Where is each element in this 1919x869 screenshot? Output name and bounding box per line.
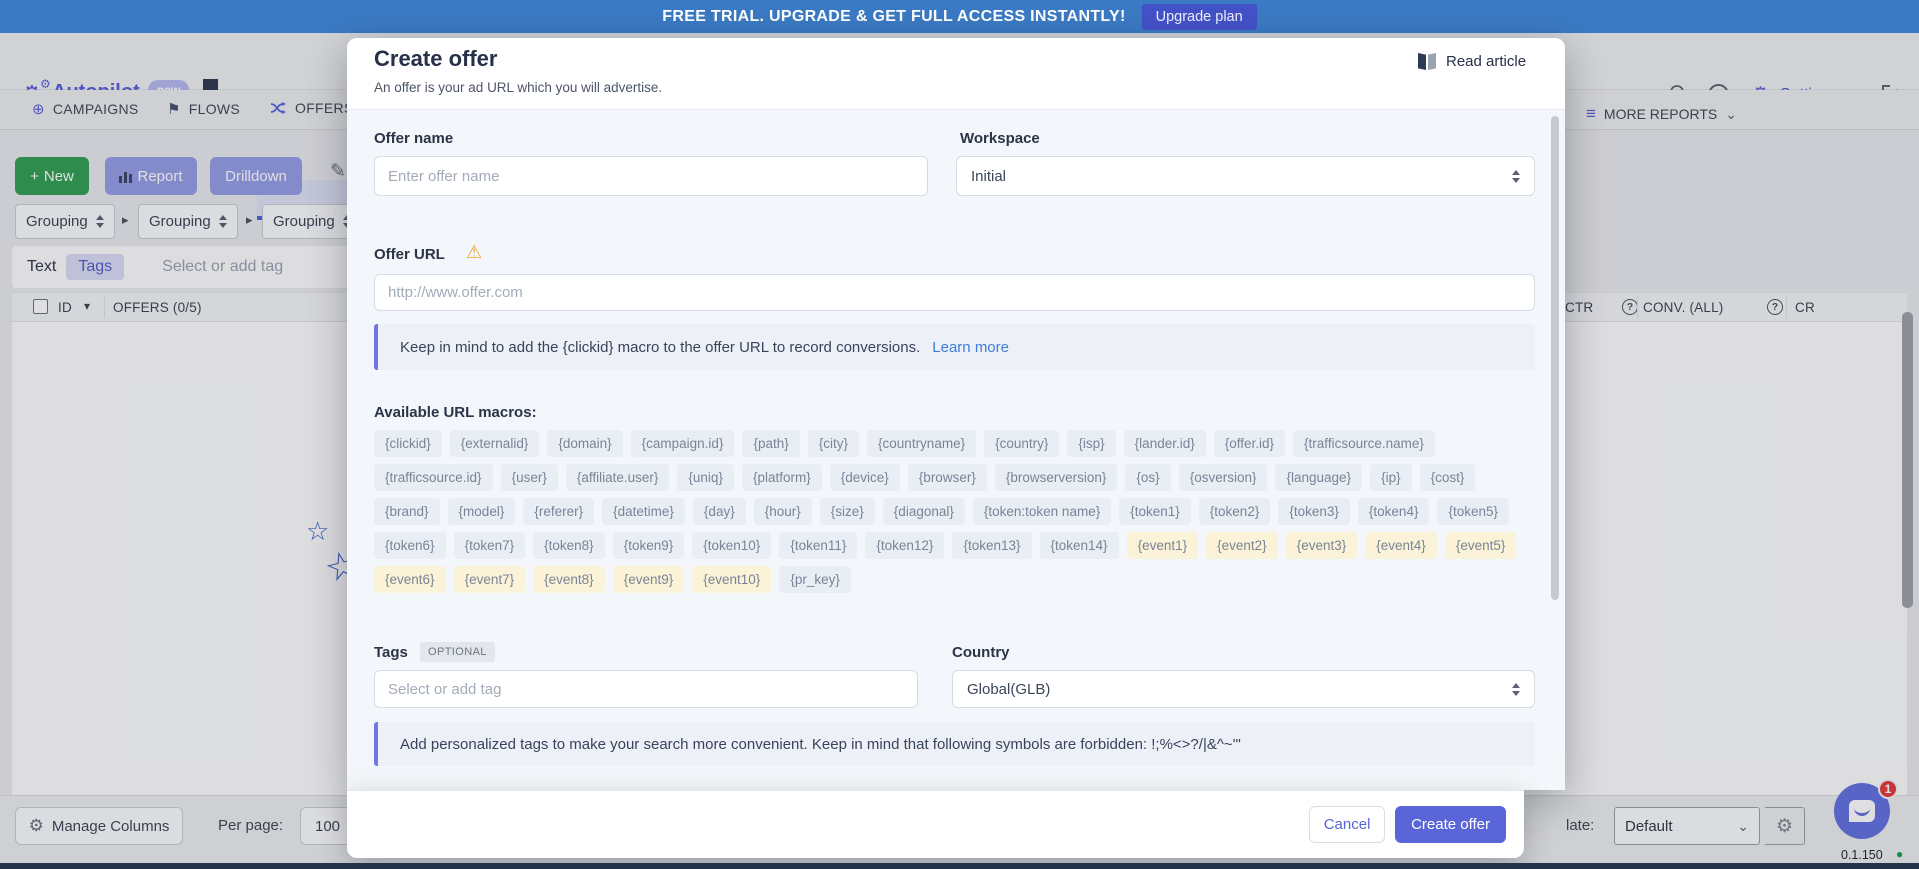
url-macro-chip[interactable]: {token10} <box>692 532 771 559</box>
url-macro-chip[interactable]: {platform} <box>742 464 822 491</box>
url-macro-chip[interactable]: {token14} <box>1040 532 1119 559</box>
dialog-subtitle: An offer is your ad URL which you will a… <box>374 80 662 95</box>
dialog-scrollbar[interactable] <box>1551 116 1559 600</box>
url-macro-chip[interactable]: {token9} <box>613 532 685 559</box>
url-macro-chip[interactable]: {city} <box>808 430 859 457</box>
url-macro-chip[interactable]: {event2} <box>1206 532 1278 559</box>
offer-url-input[interactable] <box>374 274 1535 311</box>
url-macro-chip[interactable]: {user} <box>501 464 558 491</box>
updown-chevrons-icon <box>1512 683 1520 696</box>
workspace-select[interactable]: Initial <box>956 156 1535 196</box>
url-macro-chip[interactable]: {token11} <box>779 532 857 559</box>
offer-url-label: Offer URL <box>374 246 445 263</box>
warning-icon: ⚠ <box>466 242 482 263</box>
url-macro-chip[interactable]: {token12} <box>865 532 944 559</box>
read-article-label: Read article <box>1446 53 1526 70</box>
updown-chevrons-icon <box>1512 170 1520 183</box>
url-macro-chip[interactable]: {language} <box>1275 464 1362 491</box>
dialog-header: Create offer An offer is your ad URL whi… <box>347 38 1565 110</box>
url-macro-chip[interactable]: {domain} <box>547 430 622 457</box>
dialog-footer: Cancel Create offer <box>347 790 1524 858</box>
url-macro-chip[interactable]: {size} <box>820 498 875 525</box>
url-macro-chip[interactable]: {cost} <box>1420 464 1476 491</box>
url-macro-chip[interactable]: {brand} <box>374 498 440 525</box>
offer-name-label: Offer name <box>374 130 453 147</box>
clickid-note: Keep in mind to add the {clickid} macro … <box>374 324 1535 370</box>
country-select[interactable]: Global(GLB) <box>952 670 1535 708</box>
upgrade-plan-button[interactable]: Upgrade plan <box>1142 4 1257 30</box>
country-value: Global(GLB) <box>967 681 1050 698</box>
url-macro-chip[interactable]: {day} <box>693 498 746 525</box>
url-macro-chip[interactable]: {event8} <box>533 566 605 593</box>
workspace-label: Workspace <box>960 130 1040 147</box>
url-macro-chip[interactable]: {lander.id} <box>1124 430 1206 457</box>
url-macro-chip[interactable]: {token:token name} <box>973 498 1111 525</box>
url-macros-list: {clickid} {externalid} {domain} {campaign.i… <box>374 430 1540 593</box>
url-macro-chip[interactable]: {token6} <box>374 532 446 559</box>
tags-note: Add personalized tags to make your searc… <box>374 722 1535 766</box>
url-macro-chip[interactable]: {clickid} <box>374 430 442 457</box>
url-macro-chip[interactable]: {trafficsource.name} <box>1293 430 1435 457</box>
macros-label: Available URL macros: <box>374 404 537 421</box>
url-macro-chip[interactable]: {event5} <box>1445 532 1517 559</box>
url-macro-chip[interactable]: {token1} <box>1119 498 1191 525</box>
learn-more-link[interactable]: Learn more <box>932 339 1009 356</box>
url-macro-chip[interactable]: {path} <box>742 430 799 457</box>
promo-banner-text: FREE TRIAL. UPGRADE & GET FULL ACCESS IN… <box>662 8 1125 26</box>
url-macro-chip[interactable]: {uniq} <box>677 464 734 491</box>
url-macro-chip[interactable]: {country} <box>984 430 1059 457</box>
url-macro-chip[interactable]: {trafficsource.id} <box>374 464 493 491</box>
create-offer-dialog: Create offer An offer is your ad URL whi… <box>347 38 1565 790</box>
url-macro-chip[interactable]: {browser} <box>908 464 987 491</box>
book-icon <box>1417 52 1437 71</box>
create-offer-button[interactable]: Create offer <box>1395 806 1506 843</box>
url-macro-chip[interactable]: {token2} <box>1199 498 1271 525</box>
offer-name-input[interactable] <box>374 156 928 196</box>
url-macro-chip[interactable]: {event4} <box>1365 532 1437 559</box>
url-macro-chip[interactable]: {token4} <box>1358 498 1430 525</box>
url-macro-chip[interactable]: {event6} <box>374 566 446 593</box>
url-macro-chip[interactable]: {device} <box>830 464 900 491</box>
url-macro-chip[interactable]: {diagonal} <box>883 498 965 525</box>
promo-banner: FREE TRIAL. UPGRADE & GET FULL ACCESS IN… <box>0 0 1919 33</box>
url-macro-chip[interactable]: {campaign.id} <box>631 430 735 457</box>
url-macro-chip[interactable]: {event3} <box>1286 532 1358 559</box>
url-macro-chip[interactable]: {event1} <box>1127 532 1199 559</box>
dialog-title: Create offer <box>374 46 497 72</box>
url-macro-chip[interactable]: {token3} <box>1278 498 1350 525</box>
url-macro-chip[interactable]: {hour} <box>754 498 812 525</box>
country-label: Country <box>952 644 1010 661</box>
url-macro-chip[interactable]: {token7} <box>454 532 526 559</box>
url-macro-chip[interactable]: {model} <box>448 498 516 525</box>
url-macro-chip[interactable]: {event10} <box>692 566 771 593</box>
url-macro-chip[interactable]: {isp} <box>1067 430 1115 457</box>
url-macro-chip[interactable]: {offer.id} <box>1214 430 1285 457</box>
read-article-link[interactable]: Read article <box>1417 52 1526 71</box>
url-macro-chip[interactable]: {token8} <box>533 532 605 559</box>
workspace-value: Initial <box>971 168 1006 185</box>
bottom-edge-strip <box>0 863 1919 869</box>
url-macro-chip[interactable]: {pr_key} <box>779 566 851 593</box>
url-macro-chip[interactable]: {referer} <box>523 498 594 525</box>
url-macro-chip[interactable]: {token5} <box>1437 498 1509 525</box>
tags-input[interactable] <box>374 670 918 708</box>
url-macro-chip[interactable]: {ip} <box>1370 464 1412 491</box>
url-macro-chip[interactable]: {datetime} <box>602 498 685 525</box>
tags-label: Tags <box>374 644 408 661</box>
url-macro-chip[interactable]: {countryname} <box>867 430 976 457</box>
optional-badge: OPTIONAL <box>420 642 495 662</box>
cancel-button[interactable]: Cancel <box>1309 806 1385 843</box>
url-macro-chip[interactable]: {token13} <box>952 532 1031 559</box>
url-macro-chip[interactable]: {externalid} <box>450 430 540 457</box>
url-macro-chip[interactable]: {osversion} <box>1179 464 1268 491</box>
tags-note-text: Add personalized tags to make your searc… <box>400 736 1241 753</box>
clickid-note-text: Keep in mind to add the {clickid} macro … <box>400 339 920 356</box>
url-macro-chip[interactable]: {event7} <box>454 566 526 593</box>
url-macro-chip[interactable]: {browserversion} <box>995 464 1118 491</box>
url-macro-chip[interactable]: {affiliate.user} <box>566 464 670 491</box>
url-macro-chip[interactable]: {os} <box>1125 464 1170 491</box>
url-macro-chip[interactable]: {event9} <box>613 566 685 593</box>
